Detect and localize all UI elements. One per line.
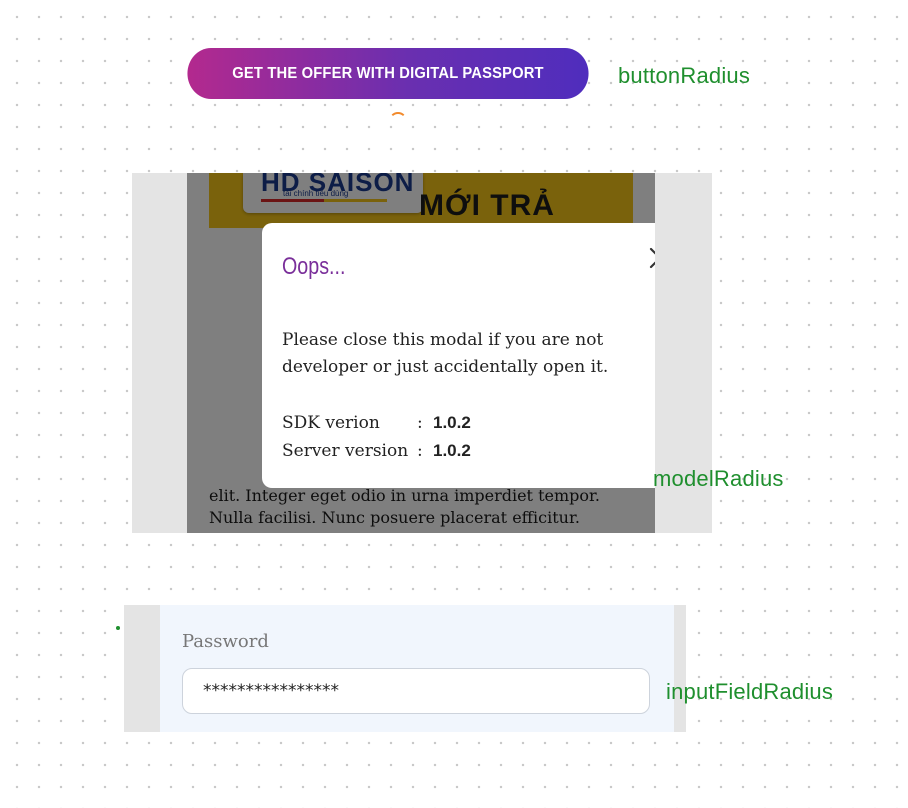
phone-screen: HD SAISON tài chính tiêu dùng MỚI TRẢ el… [187, 173, 655, 533]
oops-dialog: Oops... Please close this modal if you a… [262, 223, 655, 488]
sdk-version-value: 1.0.2 [433, 413, 471, 432]
dialog-message: Please close this modal if you are not d… [282, 330, 609, 377]
dialog-title: Oops... [282, 253, 346, 280]
separator: : [417, 413, 423, 433]
marker-dot [116, 626, 120, 630]
modal-radius-annotation: modelRadius [653, 466, 784, 491]
sdk-version-label: SDK verion [282, 413, 380, 433]
input-field-screenshot: Password [124, 605, 686, 732]
version-info: SDK verion : 1.0.2 Server version : 1.0.… [282, 409, 471, 465]
button-radius-annotation: buttonRadius [618, 63, 751, 88]
separator: : [417, 441, 423, 461]
modal-screenshot: HD SAISON tài chính tiêu dùng MỚI TRẢ el… [132, 173, 712, 533]
password-label: Password [182, 631, 269, 652]
close-icon [649, 247, 655, 269]
server-version-row: Server version : 1.0.2 [282, 437, 471, 465]
sdk-version-row: SDK verion : 1.0.2 [282, 409, 471, 437]
input-field-radius-annotation: inputFieldRadius [666, 679, 834, 704]
close-button[interactable] [645, 243, 655, 273]
loading-spinner-icon [389, 112, 407, 130]
form-panel: Password [160, 605, 674, 732]
get-offer-button[interactable]: GET THE OFFER WITH DIGITAL PASSPORT [187, 48, 589, 99]
password-input[interactable] [182, 668, 650, 714]
server-version-label: Server version [282, 441, 409, 461]
server-version-value: 1.0.2 [433, 441, 471, 460]
